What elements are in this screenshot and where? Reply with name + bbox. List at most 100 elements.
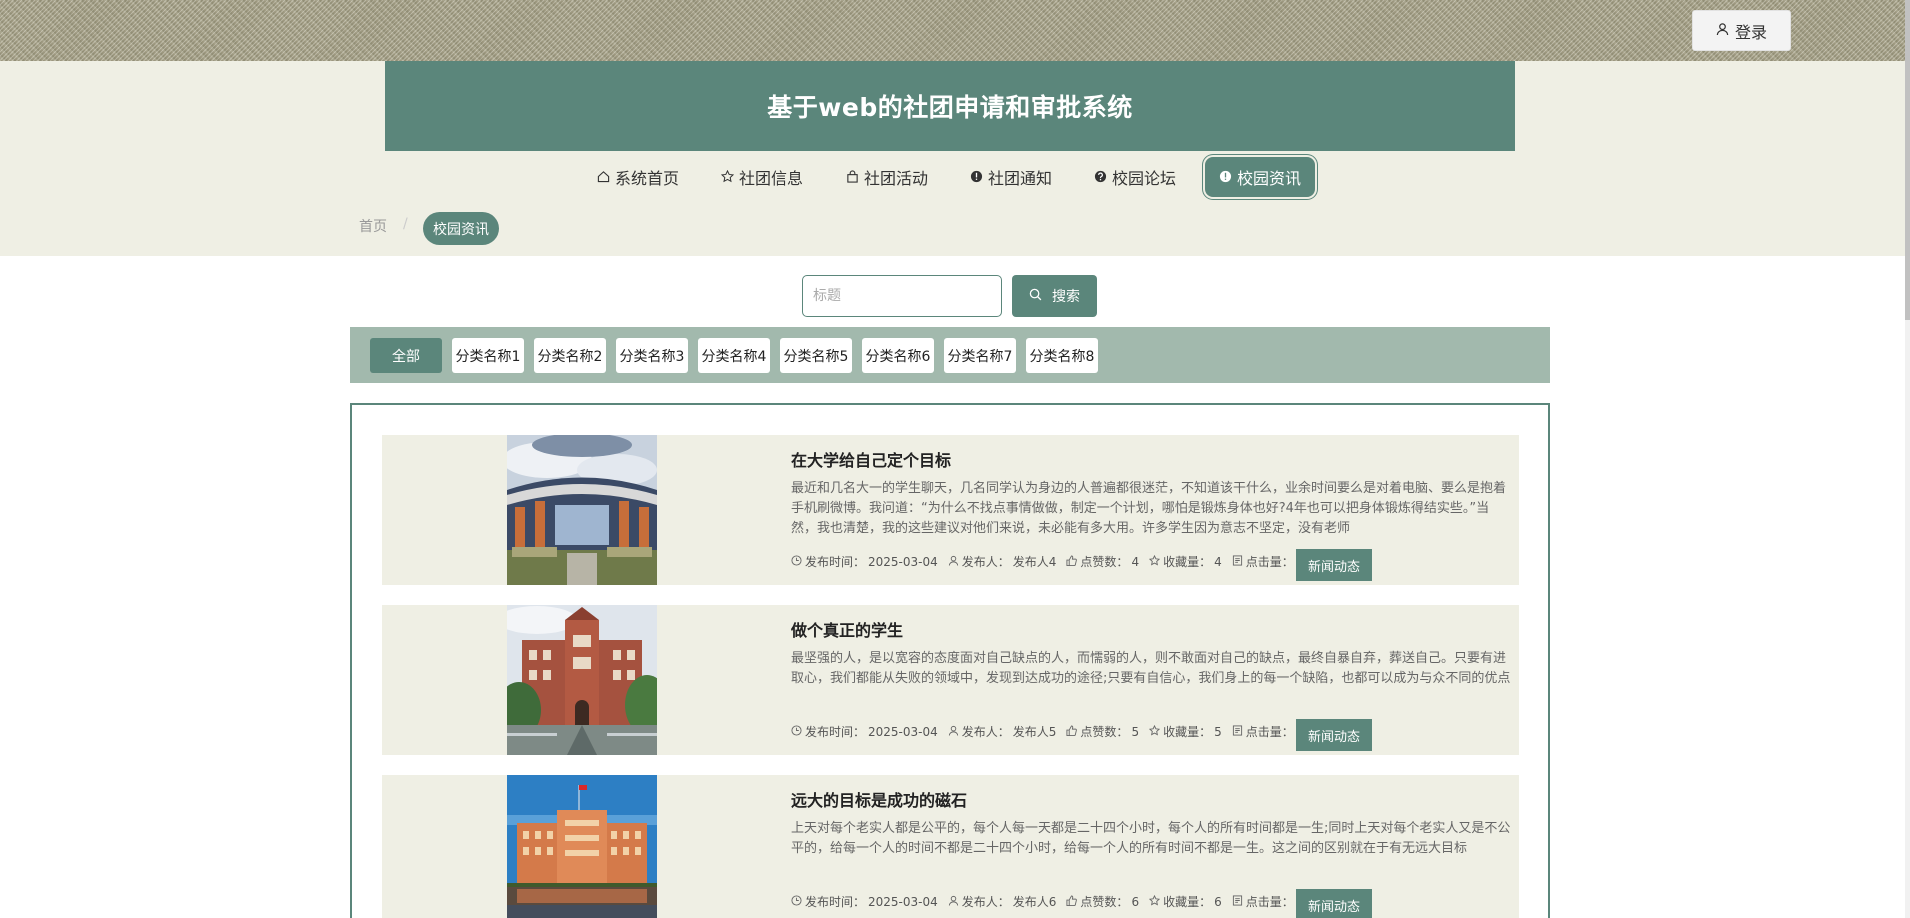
nav-item-home[interactable]: 系统首页 xyxy=(597,156,679,198)
meta-value: 发布人4 xyxy=(1012,555,1057,569)
publisher: 发布人： 发布人4 xyxy=(948,553,1057,570)
search-input[interactable] xyxy=(802,275,1002,317)
thumbs-up-icon xyxy=(1066,554,1078,569)
thumbs-up-icon xyxy=(1066,894,1078,909)
meta-value: 2025-03-04 xyxy=(868,894,938,909)
nav-item-campus-news[interactable]: 校园资讯 xyxy=(1205,157,1316,197)
meta-value: 6 xyxy=(1214,894,1222,909)
news-thumbnail[interactable] xyxy=(507,605,657,755)
category-label: 分类名称5 xyxy=(783,348,849,365)
star-icon xyxy=(1148,724,1161,739)
meta-label: 发布人： xyxy=(961,725,1010,739)
news-thumbnail[interactable] xyxy=(507,775,657,918)
nav-label: 校园论坛 xyxy=(1112,169,1177,188)
favorite-count: 收藏量： 4 xyxy=(1148,553,1222,570)
question-circle-icon xyxy=(1094,168,1107,187)
category-label: 分类名称2 xyxy=(537,348,603,365)
meta-label: 发布时间： xyxy=(805,555,866,569)
news-meta: 发布时间： 2025-03-04 发布人： 发布人5 点赞数： 5 收藏量： 5 点击量… xyxy=(791,723,1314,740)
category-item[interactable]: 分类名称1 xyxy=(452,338,524,373)
nav-label: 社团通知 xyxy=(988,169,1053,188)
category-label: 全部 xyxy=(392,348,420,365)
news-summary: 最坚强的人，是以宽容的态度面对自己缺点的人，而懦弱的人，则不敢面对自己的缺点，最… xyxy=(791,651,1511,686)
nav-item-club-notice[interactable]: 社团通知 xyxy=(970,156,1052,198)
star-icon xyxy=(1148,894,1161,909)
like-count: 点赞数： 5 xyxy=(1066,723,1139,740)
thumbs-up-icon xyxy=(1066,724,1078,739)
meta-label: 点赞数： xyxy=(1080,895,1129,909)
click-count: 点击量：4 xyxy=(1232,553,1304,570)
clock-icon xyxy=(791,724,802,739)
news-category-tag[interactable]: 新闻动态 xyxy=(1296,719,1372,751)
main-nav: 系统首页 社团信息 社团活动 社团通知 校园论坛 校园资讯 xyxy=(0,156,1910,198)
news-summary: 最近和几名大一的学生聊天，几名同学认为身边的人普遍都很迷茫，不知道该干什么，业余… xyxy=(791,481,1507,535)
news-meta: 发布时间： 2025-03-04 发布人： 发布人6 点赞数： 6 收藏量： 6 点击量… xyxy=(791,893,1314,910)
category-item[interactable]: 分类名称3 xyxy=(616,338,688,373)
clock-icon xyxy=(791,554,802,569)
category-bar: 全部 分类名称1 分类名称2 分类名称3 分类名称4 分类名称5 分类名称6 分… xyxy=(350,327,1550,383)
scrollbar-thumb[interactable] xyxy=(1905,0,1910,320)
category-item[interactable]: 分类名称4 xyxy=(698,338,770,373)
news-card[interactable]: 做个真正的学生 最坚强的人，是以宽容的态度面对自己缺点的人，而懦弱的人，则不敢面… xyxy=(382,605,1519,755)
meta-value: 5 xyxy=(1214,724,1222,739)
search-button-label: 搜索 xyxy=(1052,289,1080,305)
meta-label: 收藏量： xyxy=(1163,895,1212,909)
news-card[interactable]: 远大的目标是成功的磁石 上天对每个老实人都是公平的，每个人每一天都是二十四个小时… xyxy=(382,775,1519,918)
nav-item-forum[interactable]: 校园论坛 xyxy=(1094,156,1176,198)
news-thumbnail[interactable] xyxy=(507,435,657,585)
meta-label: 点击量： xyxy=(1245,725,1294,739)
meta-label: 点赞数： xyxy=(1080,555,1129,569)
breadcrumb-home[interactable]: 首页 xyxy=(359,216,387,236)
news-title[interactable]: 远大的目标是成功的磁石 xyxy=(791,787,967,811)
category-item[interactable]: 分类名称8 xyxy=(1026,338,1098,373)
category-all[interactable]: 全部 xyxy=(370,338,442,373)
click-count: 点击量：5 xyxy=(1232,723,1304,740)
meta-label: 收藏量： xyxy=(1163,725,1212,739)
document-icon xyxy=(1232,894,1243,909)
user-icon xyxy=(948,725,959,739)
nav-item-club-activity[interactable]: 社团活动 xyxy=(846,156,928,198)
category-item[interactable]: 分类名称7 xyxy=(944,338,1016,373)
nav-item-club-info[interactable]: 社团信息 xyxy=(720,156,804,198)
star-icon xyxy=(720,168,735,187)
meta-value: 5 xyxy=(1131,724,1140,739)
news-category-tag[interactable]: 新闻动态 xyxy=(1296,549,1372,581)
news-summary: 上天对每个老实人都是公平的，每个人每一天都是二十四个小时，每个人的所有时间都是一… xyxy=(791,821,1511,856)
home-icon xyxy=(597,168,610,187)
category-label: 分类名称4 xyxy=(701,348,767,365)
clock-icon xyxy=(791,894,802,909)
search-button[interactable]: 搜索 xyxy=(1012,275,1097,317)
user-icon xyxy=(948,895,959,909)
category-label: 分类名称1 xyxy=(455,348,521,365)
top-bar-texture xyxy=(0,0,1905,61)
news-title[interactable]: 在大学给自己定个目标 xyxy=(791,447,951,471)
meta-value: 发布人5 xyxy=(1012,725,1057,739)
news-category-tag[interactable]: 新闻动态 xyxy=(1296,889,1372,918)
meta-label: 点击量： xyxy=(1245,895,1294,909)
info-circle-icon xyxy=(970,168,983,187)
search-icon xyxy=(1029,288,1042,305)
site-title: 基于web的社团申请和审批系统 xyxy=(385,61,1515,151)
click-count: 点击量：6 xyxy=(1232,893,1304,910)
news-card[interactable]: 在大学给自己定个目标 最近和几名大一的学生聊天，几名同学认为身边的人普遍都很迷茫… xyxy=(382,435,1519,585)
nav-label: 系统首页 xyxy=(615,169,680,188)
info-circle-icon xyxy=(1219,168,1232,187)
news-title[interactable]: 做个真正的学生 xyxy=(791,617,903,641)
nav-label: 社团信息 xyxy=(739,169,804,188)
category-item[interactable]: 分类名称2 xyxy=(534,338,606,373)
category-item[interactable]: 分类名称5 xyxy=(780,338,852,373)
nav-label: 校园资讯 xyxy=(1237,169,1302,188)
news-list: 在大学给自己定个目标 最近和几名大一的学生聊天，几名同学认为身边的人普遍都很迷茫… xyxy=(350,403,1550,918)
like-count: 点赞数： 6 xyxy=(1066,893,1139,910)
meta-label: 收藏量： xyxy=(1163,555,1212,569)
category-label: 分类名称6 xyxy=(865,348,931,365)
meta-label: 点赞数： xyxy=(1080,725,1129,739)
login-label: 登录 xyxy=(1734,22,1767,42)
login-button[interactable]: 登录 xyxy=(1692,10,1791,51)
breadcrumb-current: 校园资讯 xyxy=(423,212,499,245)
site-title-text: 基于web的社团申请和审批系统 xyxy=(767,93,1133,122)
category-item[interactable]: 分类名称6 xyxy=(862,338,934,373)
breadcrumb-current-label: 校园资讯 xyxy=(433,221,489,238)
meta-label: 发布时间： xyxy=(805,895,866,909)
category-label: 分类名称8 xyxy=(1029,348,1095,365)
